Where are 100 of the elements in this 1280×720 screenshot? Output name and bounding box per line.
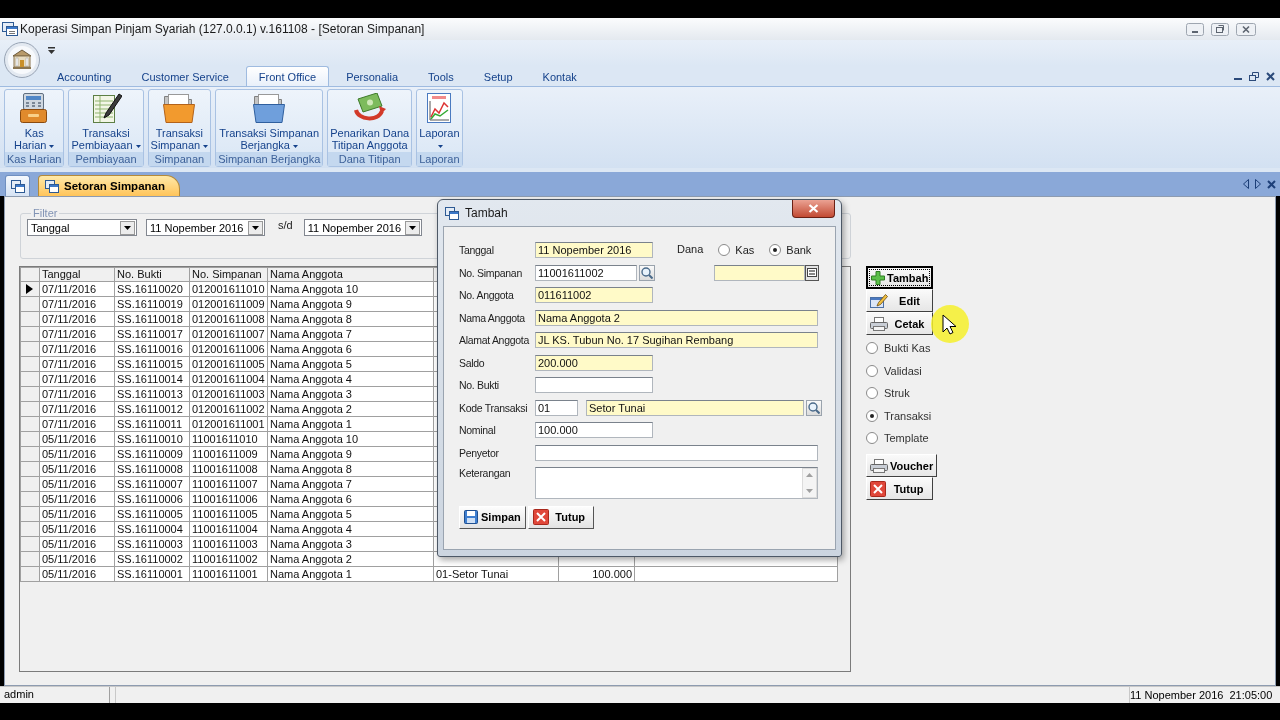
radio-option[interactable]: Bukti Kas <box>866 337 936 360</box>
ribbon-button[interactable]: Transaksi Simpanan Berjangka <box>216 90 323 152</box>
scroll-left-icon[interactable] <box>1243 179 1249 189</box>
app-icon <box>2 22 18 36</box>
dialog-title: Tambah <box>465 206 508 220</box>
close-button[interactable] <box>792 200 835 218</box>
close-icon <box>808 204 819 213</box>
input-field[interactable]: Nama Anggota 2 <box>535 309 818 326</box>
date-time: 11 Nopember 2016 21:05:00 <box>1130 687 1274 703</box>
mouse-pointer-icon <box>930 304 970 344</box>
close-button[interactable]: Tutup <box>866 477 933 500</box>
search-icon <box>641 266 653 279</box>
edit-button[interactable]: Edit <box>866 289 933 312</box>
field-label: Kode Transaksi <box>459 401 529 414</box>
field-label: Keterangan <box>459 467 512 479</box>
voucher-button[interactable]: Voucher <box>866 454 938 477</box>
input-field[interactable]: Setor Tunai <box>586 399 804 416</box>
plus-icon <box>871 270 885 285</box>
radio-option[interactable]: Kas <box>718 244 770 256</box>
close-icon <box>870 480 886 497</box>
input-field[interactable]: 100.000 <box>535 422 653 438</box>
folder-icon <box>163 93 196 123</box>
ribbon-tab[interactable]: Personalia <box>333 66 412 86</box>
radio-option[interactable]: Struk <box>866 382 936 405</box>
group-caption: Laporan <box>417 152 462 166</box>
input-field[interactable] <box>535 377 653 393</box>
input-field[interactable]: 200.000 <box>535 354 653 371</box>
input-field[interactable]: 011611002 <box>535 287 653 303</box>
close-icon[interactable] <box>1236 22 1256 36</box>
dropdown[interactable]: 11 Nopember 2016 <box>303 219 422 236</box>
customize-caret-icon[interactable] <box>48 47 55 54</box>
close-icon[interactable] <box>1266 71 1275 81</box>
scrollbar[interactable] <box>802 468 817 498</box>
range-separator: s/d <box>278 218 293 231</box>
money-arrow-icon <box>353 93 386 123</box>
close-button[interactable]: Tutup <box>527 505 594 529</box>
field-label: Nama Anggota <box>459 311 526 324</box>
input-field[interactable]: JL KS. Tubun No. 17 Sugihan Rembang <box>535 332 818 348</box>
group-caption: Kas Harian <box>5 152 64 166</box>
text-area[interactable] <box>535 467 818 499</box>
field-label: Tanggal <box>459 244 495 256</box>
windows-icon <box>445 206 459 220</box>
browse-button[interactable] <box>805 264 819 281</box>
field-label: Alamat Anggota <box>459 334 531 346</box>
input-field[interactable] <box>714 264 805 281</box>
ribbon-tab[interactable]: Setup <box>470 66 526 86</box>
group-caption: Simpanan Berjangka <box>216 152 323 166</box>
notepad-pencil-icon <box>870 293 888 308</box>
field-label: Penyetor <box>459 446 500 459</box>
radio-option[interactable]: Template <box>866 427 936 450</box>
field-label: Nominal <box>459 424 497 436</box>
printer-icon <box>870 458 888 473</box>
ribbon-button[interactable]: Transaksi Simpanan <box>148 90 211 152</box>
ribbon-tab[interactable]: Tools <box>415 66 467 86</box>
input-field[interactable] <box>535 444 818 461</box>
window-title: Koperasi Simpan Pinjam Syariah (127.0.0.1) v.161108 - [Setoran Simpanan] <box>20 22 425 36</box>
radio-option[interactable]: Validasi <box>866 359 936 382</box>
printer-icon <box>870 316 888 331</box>
column-header: No. Simpanan <box>189 267 268 282</box>
folder-icon <box>253 93 286 123</box>
close-icon[interactable] <box>1267 179 1276 189</box>
input-field[interactable]: 01 <box>535 399 578 416</box>
ribbon-button[interactable]: Transaksi Pembiayaan <box>69 90 143 152</box>
group-caption: Dana Titipan <box>328 152 412 166</box>
add-button[interactable]: Tambah <box>866 266 934 289</box>
save-button[interactable]: Simpan <box>459 505 526 529</box>
ribbon-tab[interactable]: Front Office <box>245 66 330 86</box>
close-icon <box>532 509 549 525</box>
ribbon-tab[interactable]: Accounting <box>44 66 125 86</box>
restore-icon[interactable] <box>1249 71 1259 81</box>
field-label: Dana <box>677 243 704 255</box>
dropdown[interactable]: 11 Nopember 2016 <box>146 219 265 236</box>
restore-icon[interactable] <box>1211 22 1229 36</box>
field-label: No. Anggota <box>459 289 515 301</box>
ribbon-tab[interactable]: Customer Service <box>128 66 242 86</box>
field-label: No. Bukti <box>459 379 500 391</box>
building-icon[interactable] <box>4 42 40 78</box>
windows-icon <box>45 179 59 193</box>
column-header: Tanggal <box>39 267 115 282</box>
minimize-icon[interactable] <box>1186 22 1204 36</box>
search-button[interactable] <box>639 264 655 281</box>
group-caption: Simpanan <box>148 152 211 166</box>
print-button[interactable]: Cetak <box>866 312 933 335</box>
window-list-button[interactable] <box>5 175 30 196</box>
radio-option[interactable]: Transaksi <box>866 404 936 427</box>
windows-icon <box>10 179 25 193</box>
group-caption: Pembiayaan <box>69 152 143 166</box>
input-field[interactable]: 11001611002 <box>535 264 637 281</box>
search-button[interactable] <box>806 399 822 416</box>
ribbon-button[interactable]: Laporan <box>417 90 462 152</box>
ribbon-tab[interactable]: Kontak <box>529 66 590 86</box>
dropdown[interactable]: Tanggal <box>27 219 137 236</box>
ribbon-button[interactable]: Kas Harian <box>5 90 64 152</box>
ledger-pencil-icon <box>90 93 122 123</box>
input-field[interactable]: 11 Nopember 2016 <box>535 242 653 258</box>
column-header: Nama Anggota <box>267 267 434 282</box>
scroll-right-icon[interactable] <box>1255 179 1261 189</box>
document-tab[interactable]: Setoran Simpanan <box>38 175 180 196</box>
radio-option[interactable]: Bank <box>769 244 821 256</box>
ribbon-button[interactable]: Penarikan Dana Titipan Anggota <box>328 90 412 152</box>
